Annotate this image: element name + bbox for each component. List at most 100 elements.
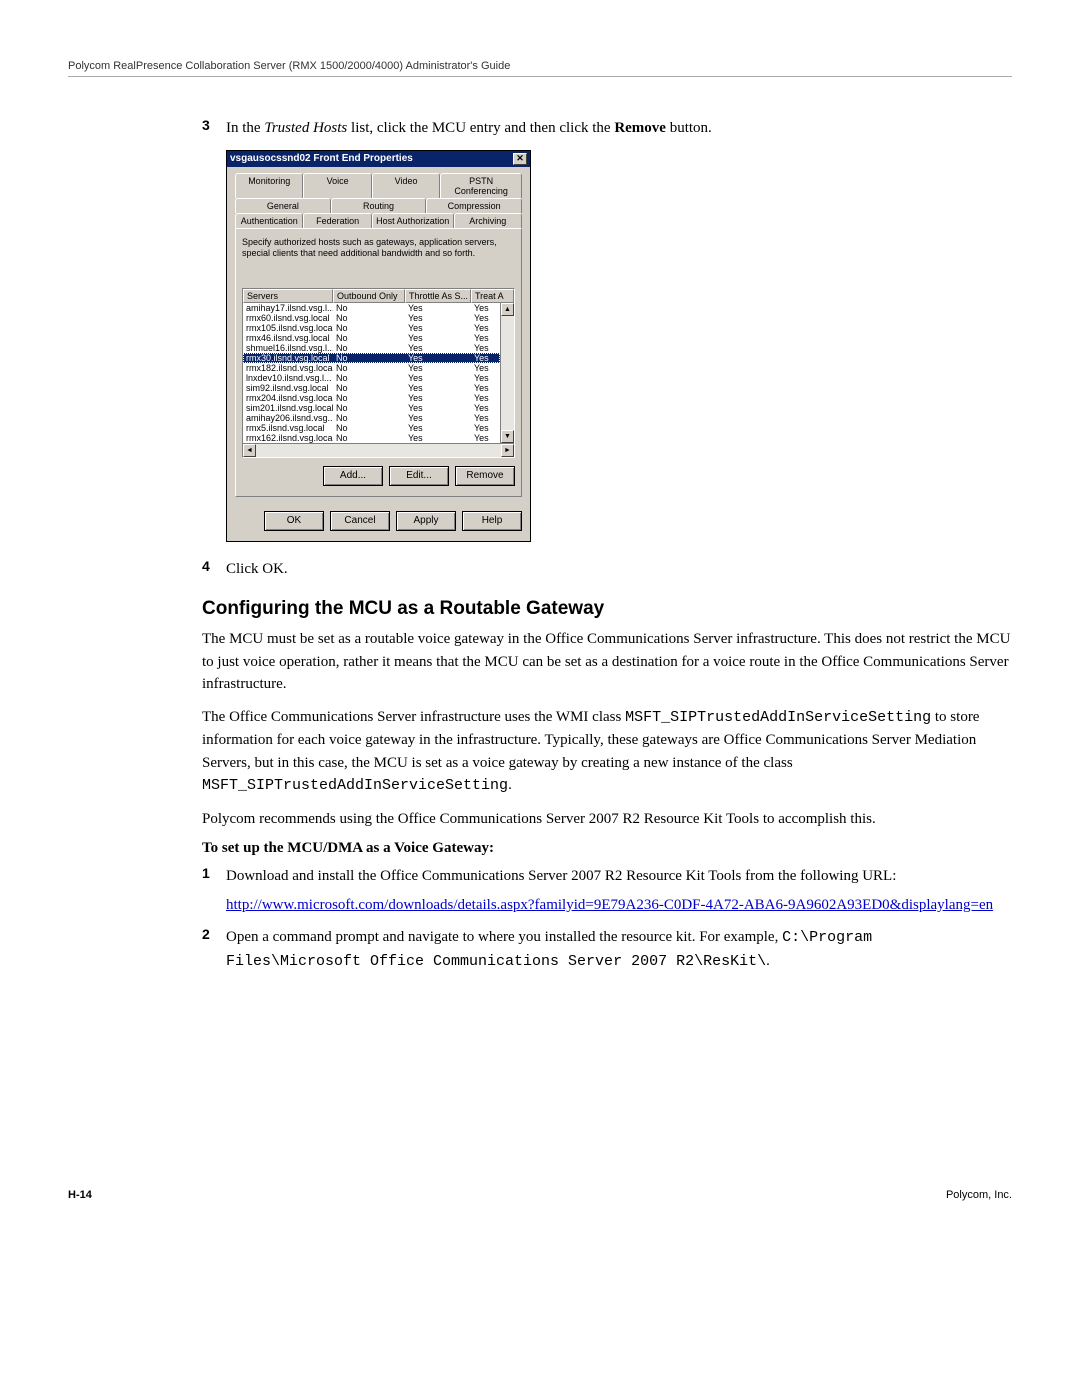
cancel-button[interactable]: Cancel	[330, 511, 390, 531]
cell: Yes	[471, 393, 500, 403]
scroll-left-icon[interactable]: ◄	[243, 444, 256, 457]
servers-list[interactable]: Servers Outbound Only Throttle As S... T…	[242, 288, 515, 458]
table-row[interactable]: sim92.ilsnd.vsg.localNoYesYes	[243, 383, 500, 393]
table-row[interactable]: rmx46.ilsnd.vsg.localNoYesYes	[243, 333, 500, 343]
scroll-down-icon[interactable]: ▼	[501, 430, 514, 443]
tab-routing[interactable]: Routing	[331, 198, 427, 213]
vertical-scrollbar[interactable]: ▲ ▼	[500, 303, 514, 443]
text: In the	[226, 120, 264, 136]
table-row[interactable]: amihay206.ilsnd.vsg...NoYesYes	[243, 413, 500, 423]
col-outbound[interactable]: Outbound Only	[333, 289, 405, 303]
table-row[interactable]: rmx30.ilsnd.vsg.localNoYesYes	[243, 353, 500, 363]
table-row[interactable]: rmx182.ilsnd.vsg.localNoYesYes	[243, 363, 500, 373]
cell: Yes	[471, 313, 500, 323]
cell: Yes	[405, 363, 471, 373]
section-heading: Configuring the MCU as a Routable Gatewa…	[202, 598, 1012, 620]
col-treat[interactable]: Treat A	[471, 289, 514, 303]
text: .	[508, 777, 512, 793]
cell: rmx105.ilsnd.vsg.local	[243, 323, 333, 333]
tab-pstn[interactable]: PSTN Conferencing	[440, 173, 522, 198]
italic-text: Trusted Hosts	[264, 120, 347, 136]
cell: sim92.ilsnd.vsg.local	[243, 383, 333, 393]
tab-federation[interactable]: Federation	[303, 213, 371, 228]
tab-host-authorization[interactable]: Host Authorization	[372, 213, 454, 228]
scroll-up-icon[interactable]: ▲	[501, 303, 514, 316]
cell: No	[333, 333, 405, 343]
cell: No	[333, 423, 405, 433]
tab-monitoring[interactable]: Monitoring	[235, 173, 303, 198]
cell: Yes	[405, 343, 471, 353]
cell: Yes	[405, 423, 471, 433]
remove-button[interactable]: Remove	[455, 466, 515, 486]
dialog-button-row: OK Cancel Apply Help	[227, 505, 530, 541]
col-throttle[interactable]: Throttle As S...	[405, 289, 471, 303]
table-row[interactable]: rmx105.ilsnd.vsg.localNoYesYes	[243, 323, 500, 333]
add-button[interactable]: Add...	[323, 466, 383, 486]
step-body: Download and install the Office Communic…	[226, 865, 1012, 916]
step-number: 4	[202, 558, 226, 581]
help-button[interactable]: Help	[462, 511, 522, 531]
cell: rmx182.ilsnd.vsg.local	[243, 363, 333, 373]
close-icon[interactable]: ✕	[513, 153, 527, 165]
apply-button[interactable]: Apply	[396, 511, 456, 531]
step-4: 4 Click OK.	[202, 558, 1012, 581]
text: Download and install the Office Communic…	[226, 865, 1012, 888]
edit-button[interactable]: Edit...	[389, 466, 449, 486]
cell: No	[333, 343, 405, 353]
cell: No	[333, 353, 405, 363]
tab-general[interactable]: General	[235, 198, 331, 213]
cell: No	[333, 393, 405, 403]
scroll-right-icon[interactable]: ►	[501, 444, 514, 457]
cell: No	[333, 413, 405, 423]
cell: Yes	[405, 303, 471, 313]
table-row[interactable]: rmx162.ilsnd.vsg.localNoYesYes	[243, 433, 500, 443]
table-row[interactable]: rmx204.ilsnd.vsg.localNoYesYes	[243, 393, 500, 403]
table-row[interactable]: lnxdev10.ilsnd.vsg.l...NoYesYes	[243, 373, 500, 383]
download-link[interactable]: http://www.microsoft.com/downloads/detai…	[226, 897, 993, 913]
tab-video[interactable]: Video	[372, 173, 440, 198]
cell: rmx204.ilsnd.vsg.local	[243, 393, 333, 403]
tab-authentication[interactable]: Authentication	[235, 213, 303, 228]
numbered-step-1: 1 Download and install the Office Commun…	[202, 865, 1012, 916]
cell: Yes	[405, 353, 471, 363]
step-body: Click OK.	[226, 558, 1012, 581]
paragraph: Polycom recommends using the Office Comm…	[202, 808, 1012, 831]
table-row[interactable]: amihay17.ilsnd.vsg.l...NoYesYes	[243, 303, 500, 313]
bold-text: Remove	[614, 120, 666, 136]
code-text: MSFT_SIPTrustedAddInServiceSetting	[202, 777, 508, 794]
tab-panel: Specify authorized hosts such as gateway…	[235, 228, 522, 497]
step-body: Open a command prompt and navigate to wh…	[226, 926, 1012, 973]
text: list, click the MCU entry and then click…	[347, 120, 614, 136]
subheading: To set up the MCU/DMA as a Voice Gateway…	[202, 840, 1012, 857]
step-body: In the Trusted Hosts list, click the MCU…	[226, 117, 1012, 140]
cell: No	[333, 303, 405, 313]
cell: Yes	[405, 433, 471, 443]
cell: Yes	[405, 393, 471, 403]
tab-archiving[interactable]: Archiving	[454, 213, 522, 228]
paragraph: The Office Communications Server infrast…	[202, 706, 1012, 798]
cell: amihay17.ilsnd.vsg.l...	[243, 303, 333, 313]
ok-button[interactable]: OK	[264, 511, 324, 531]
table-row[interactable]: rmx60.ilsnd.vsg.localNoYesYes	[243, 313, 500, 323]
cell: Yes	[471, 333, 500, 343]
tab-row-2: General Routing Compression	[235, 198, 522, 213]
cell: rmx30.ilsnd.vsg.local	[243, 353, 333, 363]
tab-compression[interactable]: Compression	[426, 198, 522, 213]
table-row[interactable]: sim201.ilsnd.vsg.localNoYesYes	[243, 403, 500, 413]
text: The Office Communications Server infrast…	[202, 709, 625, 725]
cell: Yes	[471, 383, 500, 393]
cell: Yes	[405, 333, 471, 343]
table-row[interactable]: shmuel16.ilsnd.vsg.l...NoYesYes	[243, 343, 500, 353]
numbered-step-2: 2 Open a command prompt and navigate to …	[202, 926, 1012, 973]
cell: Yes	[405, 323, 471, 333]
col-servers[interactable]: Servers	[243, 289, 333, 303]
table-row[interactable]: rmx5.ilsnd.vsg.localNoYesYes	[243, 423, 500, 433]
tab-voice[interactable]: Voice	[303, 173, 371, 198]
dialog-title: vsgausocssnd02 Front End Properties	[230, 153, 413, 164]
cell: rmx60.ilsnd.vsg.local	[243, 313, 333, 323]
horizontal-scrollbar[interactable]: ◄ ►	[243, 443, 514, 457]
step-number: 3	[202, 117, 226, 140]
cell: No	[333, 373, 405, 383]
text: Open a command prompt and navigate to wh…	[226, 929, 782, 945]
cell: shmuel16.ilsnd.vsg.l...	[243, 343, 333, 353]
